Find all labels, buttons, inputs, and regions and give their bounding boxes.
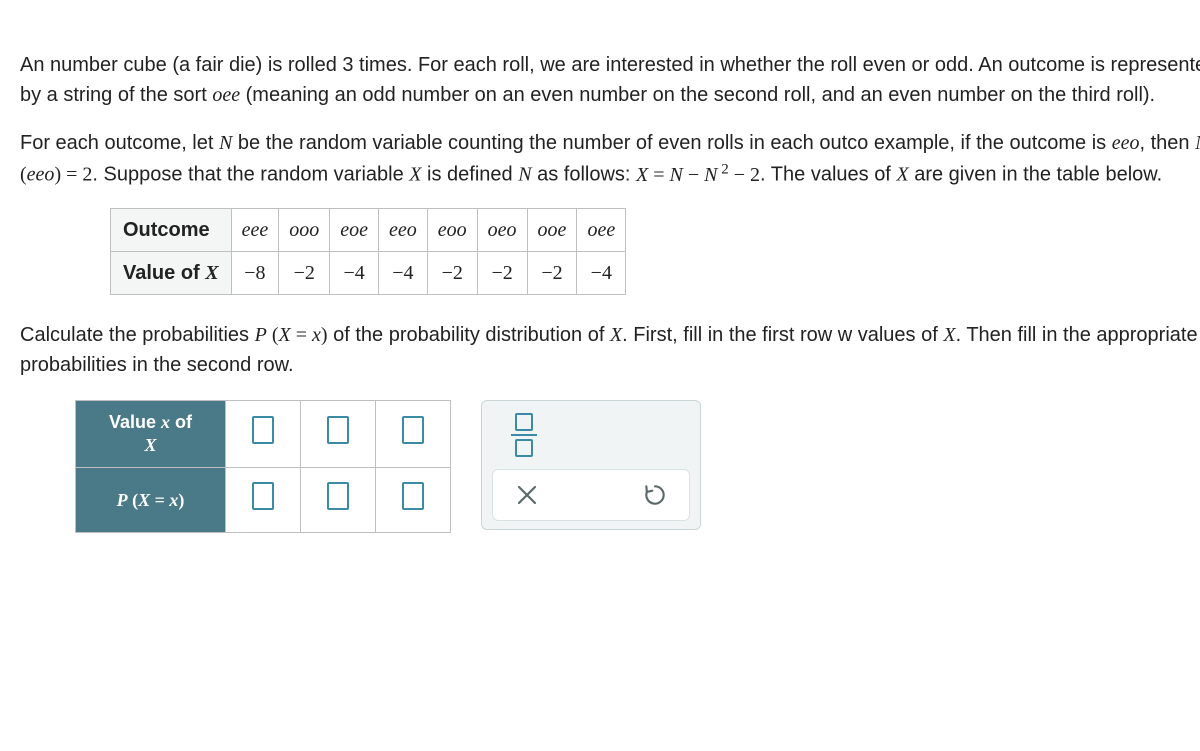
var-x: X (896, 164, 908, 186)
text: are given in the table below. (909, 164, 1163, 186)
paragraph-3: Calculate the probabilities P (X = x) of… (20, 320, 1200, 380)
outcome-token: eeo (1112, 132, 1140, 154)
text: be the random variable counting the numb… (232, 132, 1111, 154)
value-cell: −4 (577, 251, 626, 294)
fraction-denominator-icon (515, 439, 533, 457)
var-x: X (409, 164, 421, 186)
value-cell: −2 (279, 251, 330, 294)
clear-button[interactable] (507, 478, 547, 512)
undo-icon (642, 482, 668, 508)
math-pxx: P (X = x) (255, 324, 328, 346)
outcome-cell: ooo (279, 208, 330, 251)
outcome-cell: eeo (379, 208, 428, 251)
reset-button[interactable] (635, 478, 675, 512)
var-n: N (219, 132, 232, 154)
row-header-outcome: Outcome (111, 208, 232, 251)
value-cell: −4 (330, 251, 379, 294)
row-header-pxx: P (X = x) (76, 468, 226, 533)
value-cell: −4 (379, 251, 428, 294)
value-cell: −2 (527, 251, 577, 294)
outcome-cell: eoe (330, 208, 379, 251)
text: of (170, 412, 192, 432)
var-x: X (144, 435, 156, 455)
answer-cell[interactable] (301, 468, 376, 533)
text: as follows: (532, 164, 636, 186)
text: . Suppose that the random variable (92, 164, 409, 186)
math-toolbox (481, 400, 701, 530)
var-x-lower: x (161, 412, 170, 432)
text: of the probability distribution of (328, 324, 610, 346)
answer-area: Value x of X P (X = x) (75, 400, 1200, 534)
table-row: P (X = x) (76, 468, 451, 533)
answer-cell[interactable] (226, 400, 301, 468)
answer-table: Value x of X P (X = x) (75, 400, 451, 534)
close-icon (515, 483, 539, 507)
row-header-value: Value of XValue of X (111, 251, 232, 294)
text: . The values of (760, 164, 896, 186)
question-body: An number cube (a fair die) is rolled 3 … (20, 50, 1200, 533)
outcome-cell: eee (231, 208, 279, 251)
outcome-table: Outcome eee ooo eoe eeo eoo oeo ooe oee … (110, 208, 626, 295)
value-cell: −2 (427, 251, 477, 294)
tool-row (492, 469, 690, 521)
fraction-button[interactable] (504, 413, 544, 457)
text: , then (1140, 132, 1196, 154)
text: Value (109, 412, 161, 432)
text: For each outcome, let (20, 132, 219, 154)
outcome-cell: ooe (527, 208, 577, 251)
table-row: Outcome eee ooo eoe eeo eoo oeo ooe oee (111, 208, 626, 251)
math-formula: X = N − N 2 − 2 (636, 164, 760, 186)
input-box-icon (252, 482, 274, 510)
answer-cell[interactable] (301, 400, 376, 468)
input-box-icon (402, 416, 424, 444)
paragraph-2: For each outcome, let N be the random va… (20, 128, 1200, 190)
input-box-icon (252, 416, 274, 444)
answer-cell[interactable] (226, 468, 301, 533)
outcome-cell: oee (577, 208, 626, 251)
answer-cell[interactable] (376, 468, 451, 533)
var-x: X (943, 324, 955, 346)
text: Calculate the probabilities (20, 324, 255, 346)
fraction-numerator-icon (515, 413, 533, 431)
input-box-icon (327, 482, 349, 510)
answer-cell[interactable] (376, 400, 451, 468)
input-box-icon (327, 416, 349, 444)
outcome-token: oee (212, 84, 240, 106)
fraction-bar-icon (511, 434, 537, 436)
row-header-valuex: Value x of X (76, 400, 226, 468)
table-row: Value x of X (76, 400, 451, 468)
var-n: N (518, 164, 531, 186)
var-x: X (610, 324, 622, 346)
value-cell: −8 (231, 251, 279, 294)
paragraph-1: An number cube (a fair die) is rolled 3 … (20, 50, 1200, 110)
input-box-icon (402, 482, 424, 510)
text: . First, fill in the first row w values … (622, 324, 943, 346)
text: (meaning an odd number on an even number… (240, 84, 1155, 106)
outcome-cell: oeo (477, 208, 527, 251)
outcome-cell: eoo (427, 208, 477, 251)
text: is defined (421, 164, 518, 186)
value-cell: −2 (477, 251, 527, 294)
table-row: Value of XValue of X −8 −2 −4 −4 −2 −2 −… (111, 251, 626, 294)
